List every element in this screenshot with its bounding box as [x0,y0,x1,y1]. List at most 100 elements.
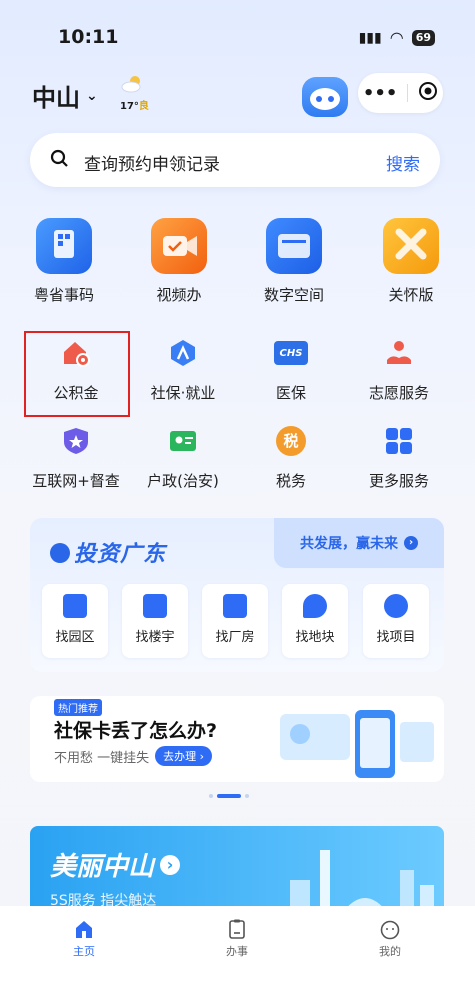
home-icon [76,921,92,938]
tab-label: 办事 [226,945,248,958]
invest-item-label: 找厂房 [215,630,255,645]
signal-icon: ▮▮▮ [358,29,382,46]
invest-item-label: 找地块 [295,630,335,645]
city-name: 中山 [32,84,80,112]
arrow-right-icon: › [160,854,181,875]
tab-mine[interactable]: 我的 [350,918,430,959]
status-icons: ▮▮▮ ◠ 69 [359,28,435,47]
service-label: 志愿服务 [368,384,429,402]
hot-tag: 热门推荐 [54,699,102,716]
service-label: 更多服务 [368,472,429,490]
beautiful-zhongshan-card[interactable]: 美丽中山 › 5S服务 指尖触达 [30,826,444,916]
service-label: 税务 [275,472,306,490]
search-input[interactable]: 查询预约申领记录 [84,150,220,175]
service-more[interactable]: 更多服务 [344,426,454,491]
search-button[interactable]: 搜索 [386,150,420,175]
service-digital-space[interactable]: 数字空间 [239,218,349,305]
phone-illustration [280,710,434,778]
promo-banner[interactable]: 热门推荐 社保卡丢了怎么办? 不用愁 一键挂失 去办理 › [30,696,444,782]
service-label: 医保 [275,384,306,402]
invest-find-project[interactable]: 找项目 [363,584,429,658]
service-label: 视频办 [156,286,202,304]
status-time: 10:11 [58,26,119,48]
service-label: 户政(治安) [147,472,219,490]
rocket-icon [384,594,408,618]
chs-text: CHS [279,348,303,359]
service-medical-insurance[interactable]: CHS 医保 [236,338,346,403]
grid-more-icon [384,426,414,456]
clipboard-icon [229,919,245,939]
office-icon [143,594,167,618]
ribbon-icon [383,218,439,274]
mini-program-capsule: ••• [358,73,443,113]
profile-face-icon [380,920,400,940]
invest-find-factory[interactable]: 找厂房 [202,584,268,658]
service-label: 数字空间 [263,286,324,304]
service-household-registration[interactable]: 户政(治安) [128,426,238,491]
building-icon [63,594,87,618]
city-selector[interactable]: 中山 ⌄ [32,78,98,113]
carousel-dot [245,794,249,798]
folder-icon [266,218,322,274]
highlight-box [24,331,130,417]
factory-icon [223,594,247,618]
invest-item-label: 找楼宇 [135,630,175,645]
tab-label: 主页 [73,945,95,958]
more-icon[interactable]: ••• [363,83,398,104]
weather-icon [121,76,141,93]
service-video[interactable]: 视频办 [124,218,234,305]
invest-find-land[interactable]: 找地块 [282,584,348,658]
service-care-mode[interactable]: 关怀版 [356,218,466,305]
globe-icon [50,543,70,563]
service-internet-supervision[interactable]: 互联网+督查 [21,426,131,491]
qr-code-icon [36,218,92,274]
service-label: 关怀版 [388,286,434,304]
banner-go-button[interactable]: 去办理 › [155,746,213,766]
banner-subtitle-row: 不用愁 一键挂失 去办理 › [54,746,213,766]
invest-item-label: 找项目 [376,630,416,645]
service-tax[interactable]: 税 税务 [236,426,346,491]
id-card-icon [168,426,198,456]
service-label: 社保·就业 [150,384,216,402]
close-target-icon[interactable] [418,81,438,105]
invest-item-label: 找园区 [55,630,95,645]
service-social-security[interactable]: 社保·就业 [128,338,238,403]
invest-slogan[interactable]: 共发展，赢未来 › [274,518,444,568]
video-icon [151,218,207,274]
carousel-dot-active [217,794,241,798]
service-volunteer[interactable]: 志愿服务 [344,338,454,403]
location-pin-icon [303,594,327,618]
city-skyline-illustration [290,850,434,916]
service-yueshengshi-code[interactable]: 粤省事码 [9,218,119,305]
tax-icon: 税 [276,426,306,456]
tab-home[interactable]: 主页 [44,918,124,959]
weather-temp: 17° [120,101,139,112]
wifi-icon: ◠ [389,28,404,47]
assistant-avatar-icon[interactable] [302,77,348,117]
search-bar[interactable]: 查询预约申领记录 搜索 [30,133,440,187]
volunteer-icon [384,338,414,368]
bottom-tab-bar: 主页 办事 我的 [0,906,475,987]
banner-subtitle: 不用愁 一键挂失 [54,750,150,766]
air-quality: 良 [138,101,149,112]
invest-find-park[interactable]: 找园区 [42,584,108,658]
invest-title: 投资广东 [50,536,166,568]
weather: 17°良 [120,74,149,112]
zs-title: 美丽中山 › [50,846,181,883]
arrow-right-icon: › [404,536,418,550]
shield-star-icon [61,426,91,456]
battery-icon: 69 [411,29,435,46]
social-security-icon [168,338,198,368]
tab-label: 我的 [379,945,401,958]
chevron-down-icon: ⌄ [86,87,98,104]
invest-guangdong-card[interactable]: 投资广东 共发展，赢未来 › 找园区 找楼宇 找厂房 找地块 找项目 [30,518,444,672]
carousel-dot [209,794,213,798]
tab-services[interactable]: 办事 [197,918,277,959]
tax-text: 税 [283,432,299,450]
carousel-indicator [209,794,249,798]
invest-find-building[interactable]: 找楼宇 [122,584,188,658]
search-icon [50,149,70,173]
invest-slogan-text: 共发展，赢未来 [300,536,398,552]
service-label: 互联网+督查 [32,472,120,490]
medical-insurance-icon: CHS [274,341,308,365]
